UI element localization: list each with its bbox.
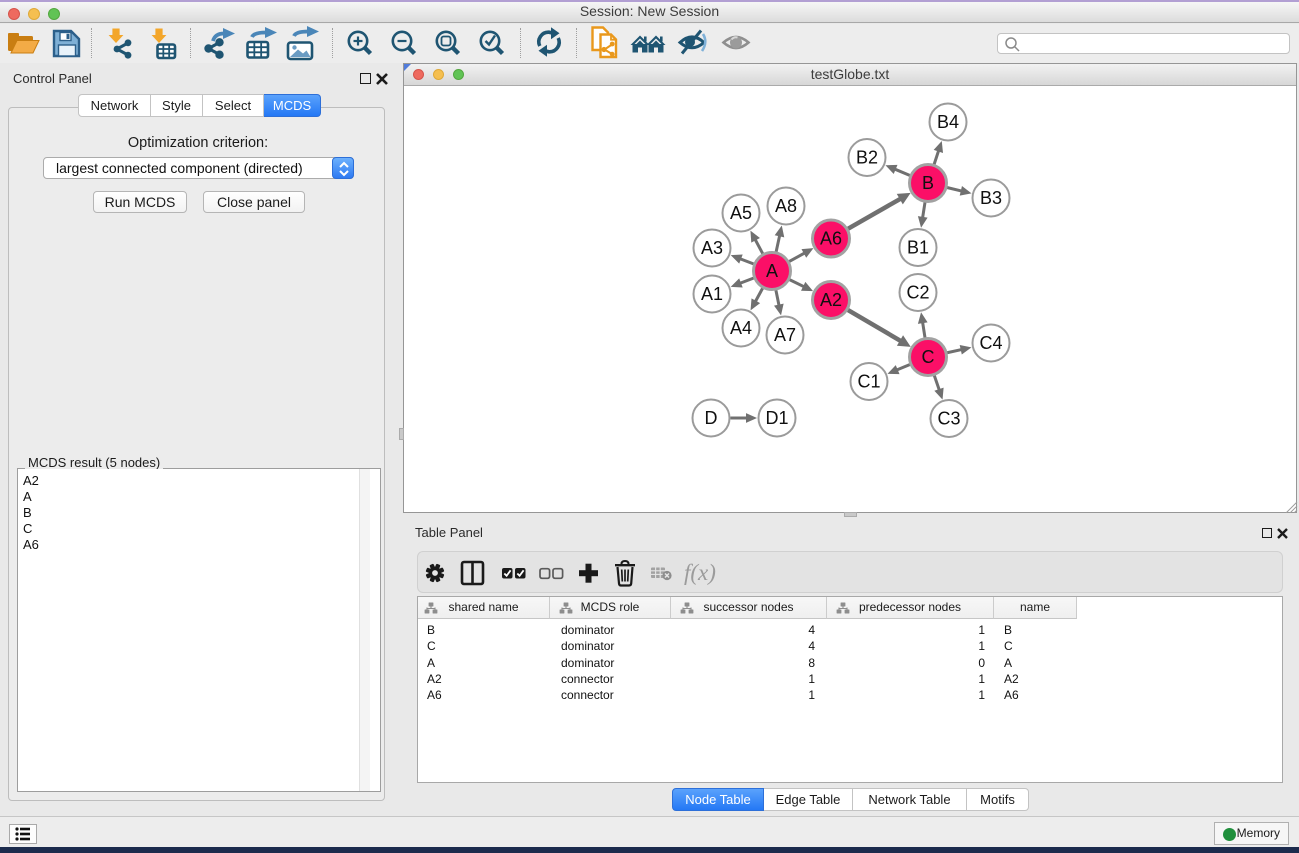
svg-text:C3: C3: [937, 409, 960, 429]
svg-text:A8: A8: [775, 196, 797, 216]
svg-text:A: A: [766, 261, 778, 281]
svg-text:A1: A1: [701, 284, 723, 304]
svg-text:C1: C1: [857, 372, 880, 392]
svg-text:A5: A5: [730, 203, 752, 223]
svg-text:B3: B3: [980, 188, 1002, 208]
svg-text:A3: A3: [701, 238, 723, 258]
svg-text:f(x): f(x): [684, 560, 716, 585]
svg-text:B2: B2: [856, 148, 878, 168]
svg-text:C2: C2: [906, 283, 929, 303]
svg-text:C: C: [922, 347, 935, 367]
svg-text:B4: B4: [937, 112, 959, 132]
svg-text:B1: B1: [907, 238, 929, 258]
svg-text:B: B: [922, 173, 934, 193]
svg-text:A6: A6: [820, 229, 842, 249]
svg-text:A7: A7: [774, 325, 796, 345]
svg-text:A2: A2: [820, 290, 842, 310]
svg-text:C4: C4: [979, 333, 1002, 353]
svg-text:D1: D1: [765, 408, 788, 428]
svg-text:A4: A4: [730, 318, 752, 338]
svg-text:D: D: [705, 408, 718, 428]
